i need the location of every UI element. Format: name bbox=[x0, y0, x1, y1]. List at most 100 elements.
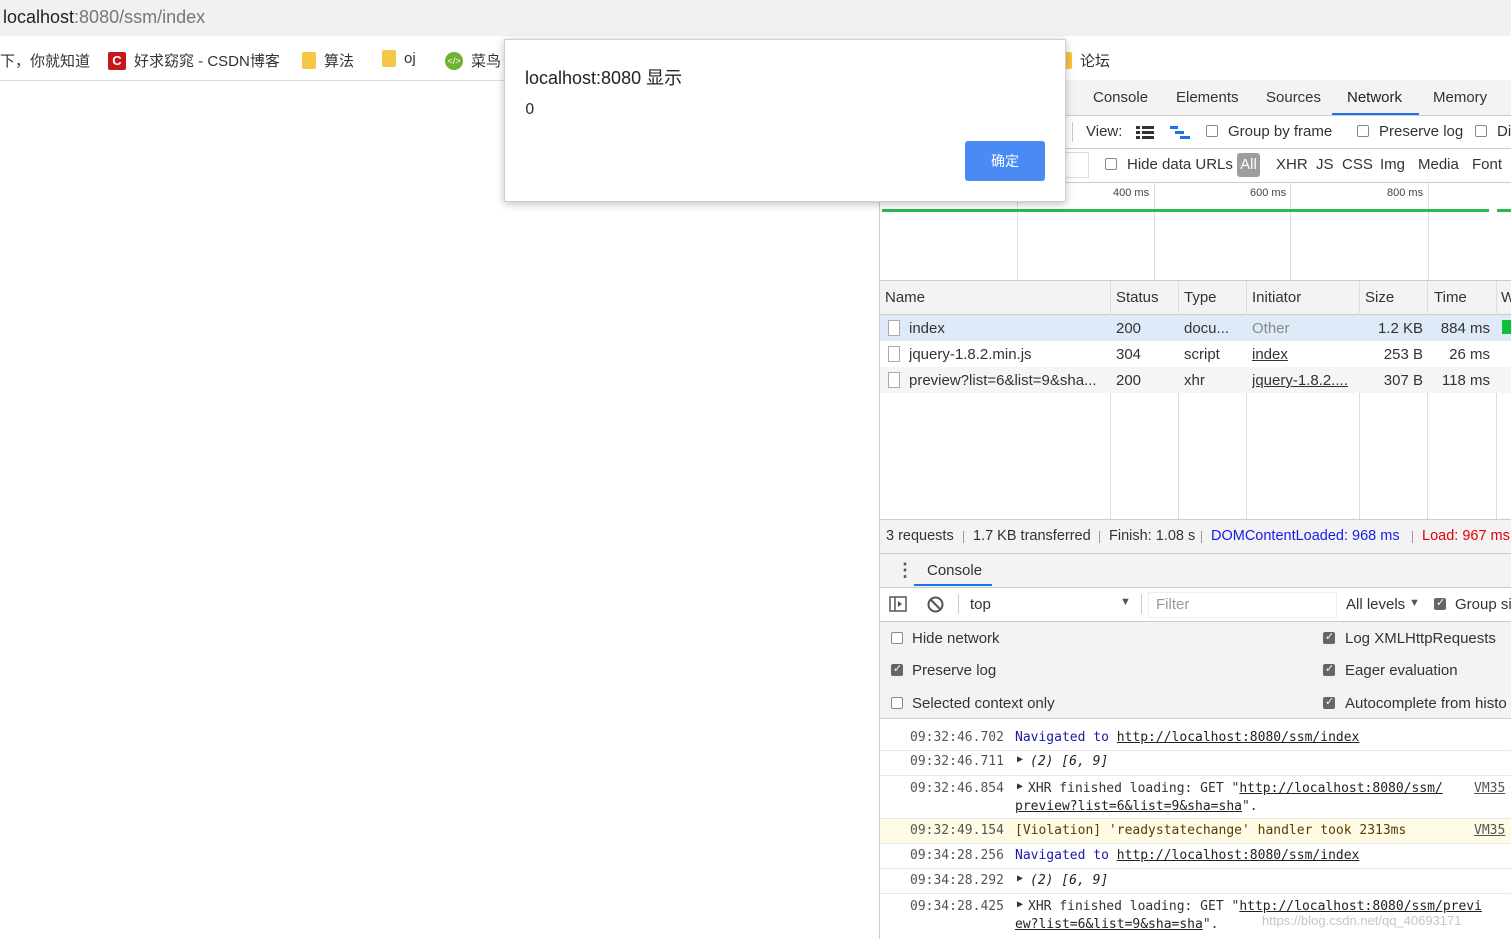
log-xhr-checkbox[interactable] bbox=[1323, 630, 1335, 644]
console-preserve-log-label: Preserve log bbox=[912, 662, 997, 679]
chevron-down-icon[interactable]: ▼ bbox=[1409, 597, 1420, 609]
drawer-tab-indicator bbox=[914, 584, 992, 586]
ok-button[interactable]: 确定 bbox=[965, 141, 1045, 181]
timeline-bar bbox=[882, 209, 1489, 212]
filter-css[interactable]: CSS bbox=[1342, 156, 1373, 173]
column-size[interactable]: Size bbox=[1365, 289, 1394, 306]
drawer-tab-console[interactable]: Console bbox=[927, 562, 982, 579]
waterfall-icon[interactable] bbox=[1170, 124, 1190, 139]
script-file-icon bbox=[888, 346, 900, 362]
url-text[interactable]: localhost:8080/ssm/index bbox=[3, 7, 205, 28]
selected-context-label: Selected context only bbox=[912, 695, 1055, 712]
summary-requests: 3 requests bbox=[886, 528, 954, 544]
column-initiator[interactable]: Initiator bbox=[1252, 289, 1301, 306]
timeline-tick: 600 ms bbox=[1250, 187, 1287, 199]
xhr-file-icon bbox=[888, 372, 900, 388]
alert-dialog: localhost:8080 显示 0 确定 bbox=[504, 39, 1066, 202]
preserve-log-checkbox[interactable] bbox=[1357, 125, 1369, 137]
timeline-tick: 800 ms bbox=[1387, 187, 1424, 199]
log-link[interactable]: ew?list=6&list=9&sha=sha bbox=[1015, 917, 1203, 932]
request-status: 200 bbox=[1116, 320, 1142, 337]
context-selector[interactable]: top bbox=[970, 596, 991, 613]
console-message: 09:34:28.292 ▶ (2) [6, 9] bbox=[880, 869, 1511, 894]
column-waterfall[interactable]: W bbox=[1501, 289, 1511, 306]
bookmark-item-csdn[interactable]: C 好求窈窕 - CSDN博客 bbox=[108, 50, 280, 71]
group-similar-checkbox[interactable] bbox=[1434, 596, 1446, 610]
log-xhr-label: Log XMLHttpRequests bbox=[1345, 630, 1496, 647]
log-link[interactable]: http://localhost:8080/ssm/previ bbox=[1239, 899, 1482, 914]
view-label: View: bbox=[1086, 123, 1123, 140]
console-message: 09:32:46.702 Navigated to http://localho… bbox=[880, 726, 1511, 751]
watermark: https://blog.csdn.net/qq_40693171 bbox=[1262, 913, 1462, 928]
request-size: 307 B bbox=[1383, 372, 1423, 389]
autocomplete-label: Autocomplete from histo bbox=[1345, 695, 1507, 712]
request-type: xhr bbox=[1184, 372, 1205, 389]
bookmark-item[interactable]: 下，你就知道 bbox=[0, 50, 90, 71]
request-time: 26 ms bbox=[1449, 346, 1490, 363]
chevron-down-icon[interactable]: ▼ bbox=[1120, 596, 1131, 608]
log-link[interactable]: http://localhost:8080/ssm/ bbox=[1239, 781, 1443, 796]
bookmark-folder-oj[interactable]: oj bbox=[382, 50, 416, 67]
console-preserve-log-checkbox[interactable] bbox=[891, 662, 903, 676]
network-filter-input[interactable] bbox=[1066, 152, 1089, 178]
source-link[interactable]: VM35 bbox=[1474, 781, 1505, 796]
expand-arrow-icon[interactable]: ▶ bbox=[1017, 899, 1023, 910]
summary-load: Load: 967 ms bbox=[1422, 528, 1510, 544]
bookmark-item-runoob[interactable]: </> 菜鸟 bbox=[445, 50, 501, 71]
expand-arrow-icon[interactable]: ▶ bbox=[1017, 754, 1023, 765]
console-message: 09:32:46.711 ▶ (2) [6, 9] bbox=[880, 751, 1511, 776]
sidebar-toggle-icon[interactable] bbox=[889, 596, 907, 612]
request-name[interactable]: jquery-1.8.2.min.js bbox=[909, 346, 1105, 363]
filter-xhr[interactable]: XHR bbox=[1276, 156, 1308, 173]
column-name[interactable]: Name bbox=[885, 289, 925, 306]
log-link[interactable]: http://localhost:8080/ssm/index bbox=[1117, 848, 1360, 863]
filter-font[interactable]: Font bbox=[1472, 156, 1502, 173]
request-initiator-link[interactable]: jquery-1.8.2.... bbox=[1252, 372, 1356, 389]
hide-data-urls-checkbox[interactable] bbox=[1105, 158, 1117, 170]
disable-cache-checkbox[interactable] bbox=[1475, 125, 1487, 137]
folder-icon bbox=[382, 50, 396, 67]
dialog-title: localhost:8080 显示 bbox=[525, 68, 683, 88]
tab-console[interactable]: Console bbox=[1093, 89, 1148, 106]
drawer-menu-icon[interactable]: ⋮ bbox=[896, 560, 914, 581]
filter-media[interactable]: Media bbox=[1418, 156, 1459, 173]
request-type: script bbox=[1184, 346, 1220, 363]
source-link[interactable]: VM35 bbox=[1474, 823, 1505, 838]
tab-sources[interactable]: Sources bbox=[1266, 89, 1321, 106]
column-type[interactable]: Type bbox=[1184, 289, 1217, 306]
column-status[interactable]: Status bbox=[1116, 289, 1159, 306]
request-initiator-link[interactable]: index bbox=[1252, 346, 1288, 363]
folder-icon bbox=[302, 52, 316, 69]
large-rows-icon[interactable] bbox=[1136, 124, 1154, 139]
eager-evaluation-checkbox[interactable] bbox=[1323, 662, 1335, 676]
expand-arrow-icon[interactable]: ▶ bbox=[1017, 873, 1023, 884]
hide-network-checkbox[interactable] bbox=[891, 632, 903, 644]
log-link[interactable]: http://localhost:8080/ssm/index bbox=[1117, 730, 1360, 745]
request-name[interactable]: index bbox=[909, 320, 1105, 337]
csdn-icon: C bbox=[108, 51, 126, 70]
waterfall-bar bbox=[1502, 320, 1511, 334]
request-name[interactable]: preview?list=6&list=9&sha... bbox=[909, 372, 1107, 389]
group-by-frame-checkbox[interactable] bbox=[1206, 125, 1218, 137]
autocomplete-checkbox[interactable] bbox=[1323, 695, 1335, 709]
filter-js[interactable]: JS bbox=[1316, 156, 1334, 173]
timeline-tick: 400 ms bbox=[1113, 187, 1150, 199]
console-message: 09:32:46.854 ▶ XHR finished loading: GET… bbox=[880, 776, 1511, 819]
request-status: 304 bbox=[1116, 346, 1142, 363]
tab-memory[interactable]: Memory bbox=[1433, 89, 1487, 106]
clear-console-icon[interactable] bbox=[927, 596, 944, 613]
column-time[interactable]: Time bbox=[1434, 289, 1467, 306]
console-warning: 09:32:49.154 [Violation] 'readystatechan… bbox=[880, 819, 1511, 844]
bookmark-folder-algorithms[interactable]: 算法 bbox=[302, 50, 354, 71]
log-levels-dropdown[interactable]: All levels bbox=[1346, 596, 1405, 613]
expand-arrow-icon[interactable]: ▶ bbox=[1017, 781, 1023, 792]
filter-all[interactable]: All bbox=[1237, 153, 1260, 177]
filter-img[interactable]: Img bbox=[1380, 156, 1405, 173]
selected-context-checkbox[interactable] bbox=[891, 697, 903, 709]
tab-network[interactable]: Network bbox=[1347, 89, 1402, 106]
address-bar[interactable] bbox=[0, 0, 1511, 36]
group-by-frame-label: Group by frame bbox=[1228, 123, 1333, 140]
summary-transferred: 1.7 KB transferred bbox=[973, 528, 1091, 544]
tab-elements[interactable]: Elements bbox=[1176, 89, 1239, 106]
log-link[interactable]: preview?list=6&list=9&sha=sha bbox=[1015, 799, 1242, 814]
